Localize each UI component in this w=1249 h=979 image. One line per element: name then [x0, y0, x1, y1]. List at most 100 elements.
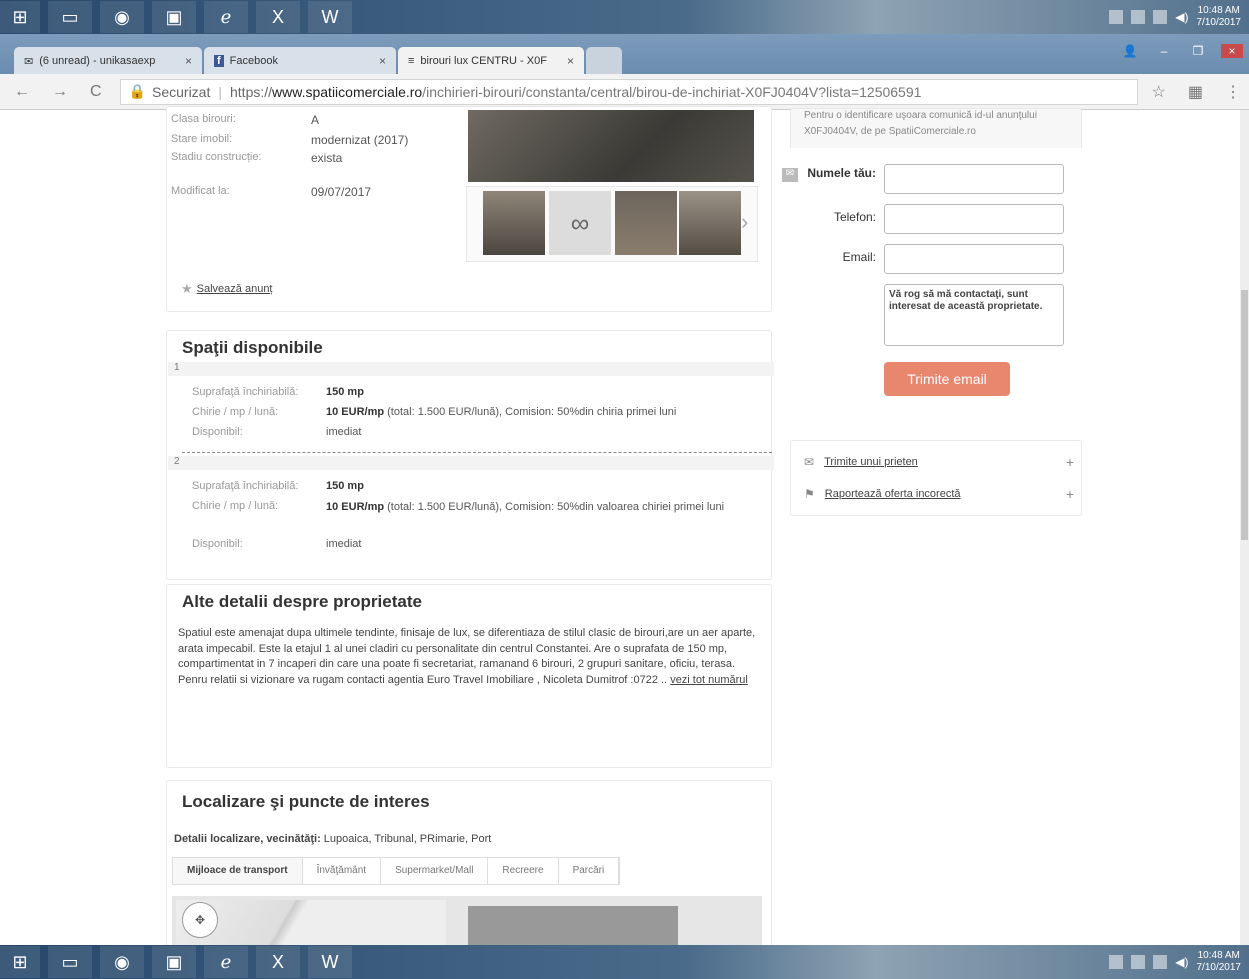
new-tab-button[interactable]	[586, 47, 622, 75]
tray-app-icon[interactable]	[1153, 955, 1168, 969]
map[interactable]: ✥	[172, 896, 762, 945]
excel-icon[interactable]: X	[256, 1, 300, 33]
facebook-icon: f	[214, 55, 224, 67]
star-icon: ★	[181, 281, 193, 296]
secure-label: Securizat	[152, 83, 211, 100]
message-textarea[interactable]: Vă rog să mă contactaţi, sunt interesat …	[884, 284, 1064, 346]
close-tab-icon[interactable]: ×	[185, 54, 192, 68]
store-icon[interactable]: ▣	[152, 1, 196, 33]
close-window-icon[interactable]: ×	[1221, 44, 1243, 58]
user-icon[interactable]: 👤	[1119, 44, 1141, 58]
tray-app-icon[interactable]	[1131, 955, 1146, 969]
url-bar[interactable]: 🔒 Securizat | https:// www.spatiicomerci…	[119, 78, 1138, 105]
windows-start-icon[interactable]: ⊞	[0, 1, 40, 33]
name-input[interactable]	[884, 164, 1064, 194]
browser-tab-active[interactable]: ≡ birouri lux CENTRU - X0F ×	[398, 47, 584, 75]
word-icon[interactable]: W	[308, 1, 352, 33]
description-body: Spatiul este amenajat dupa ultimele tend…	[178, 626, 764, 688]
word-icon[interactable]: W	[308, 946, 352, 978]
save-listing-link[interactable]: ★ Salvează anunț	[181, 281, 273, 297]
browser-tab[interactable]: ✉ (6 unread) - unikasaexp ×	[14, 47, 202, 75]
maximize-icon[interactable]: ❐	[1187, 44, 1209, 58]
file-explorer-icon[interactable]: ▭	[48, 946, 92, 978]
menu-icon[interactable]: ⋮	[1225, 82, 1241, 102]
tray-app-icon[interactable]	[1109, 955, 1124, 969]
divider	[182, 452, 772, 453]
minimize-icon[interactable]: –	[1153, 44, 1175, 58]
map-pan-control-icon[interactable]: ✥	[182, 902, 218, 938]
browser-tab[interactable]: f Facebook ×	[204, 47, 396, 75]
message-text: Vă rog să mă contactaţi, sunt interesat …	[889, 289, 1043, 312]
system-tray: ◀) 10:48 AM 7/10/2017	[1109, 0, 1241, 34]
internet-explorer-icon[interactable]: ℯ	[204, 946, 248, 978]
thumbnail[interactable]	[483, 191, 545, 255]
tab-parking[interactable]: Parcări	[559, 858, 620, 884]
tray-app-icon[interactable]	[1109, 10, 1124, 24]
tab-supermarket[interactable]: Supermarket/Mall	[381, 858, 489, 884]
clock[interactable]: 10:48 AM 7/10/2017	[1197, 950, 1242, 974]
detail-value: A	[311, 113, 320, 127]
tray-app-icon[interactable]	[1131, 10, 1146, 24]
show-number-link[interactable]: vezi tot numărul	[670, 674, 748, 686]
bookmark-star-icon[interactable]: ☆	[1152, 82, 1166, 102]
internet-explorer-icon[interactable]: ℯ	[204, 1, 248, 33]
space-number: 1	[168, 362, 774, 376]
chrome-icon[interactable]: ◉	[100, 946, 144, 978]
clock[interactable]: 10:48 AM 7/10/2017	[1197, 5, 1242, 29]
plus-icon[interactable]: +	[1066, 486, 1074, 502]
close-tab-icon[interactable]: ×	[567, 54, 574, 68]
location-details-label: Detalii localizare, vecinătăţi:	[174, 833, 321, 845]
space-rent-details: (total: 1.500 EUR/lună), Comision: 50%di…	[387, 406, 677, 418]
taskbar-bottom: ⊞ ▭ ◉ ▣ ℯ X W ◀) 10:48 AM 7/10/2017	[0, 945, 1249, 979]
contact-note-id: X0FJ0404V, de pe SpatiiComerciale.ro	[804, 126, 976, 137]
close-tab-icon[interactable]: ×	[379, 54, 386, 68]
scrollbar-thumb[interactable]	[1241, 290, 1248, 540]
space-area: 150 mp	[326, 386, 364, 398]
excel-icon[interactable]: X	[256, 946, 300, 978]
send-email-button[interactable]: Trimite email	[884, 362, 1010, 396]
space-area: 150 mp	[326, 480, 364, 492]
report-offer-label: Raportează oferta incorectă	[824, 488, 961, 500]
space-label: Disponibil:	[192, 538, 243, 550]
phone-input[interactable]	[884, 204, 1064, 234]
mail-icon: ✉	[804, 455, 815, 469]
page-right-margin	[1082, 110, 1249, 945]
tab-transport[interactable]: Mijloace de transport	[173, 858, 303, 884]
chevron-right-icon[interactable]: ›	[741, 209, 748, 235]
tab-recreation[interactable]: Recreere	[488, 858, 559, 884]
detail-value: exista	[311, 151, 343, 165]
extension-icon[interactable]: ▦	[1188, 82, 1203, 102]
send-to-friend-link[interactable]: ✉ Trimite unui prieten +	[804, 454, 1074, 470]
clock-time: 10:48 AM	[1197, 950, 1240, 961]
section-title: Localizare şi puncte de interes	[182, 792, 430, 811]
flag-icon: ⚑	[804, 487, 815, 501]
space-label: Suprafaţă închiriabilă:	[192, 386, 299, 398]
back-icon[interactable]: ←	[14, 83, 30, 101]
email-input[interactable]	[884, 244, 1064, 274]
report-offer-link[interactable]: ⚑ Raportează oferta incorectă +	[804, 486, 1074, 502]
thumbnail[interactable]: ∞	[549, 191, 611, 255]
clock-time: 10:48 AM	[1197, 5, 1240, 16]
thumbnail[interactable]	[615, 191, 677, 255]
plus-icon[interactable]: +	[1066, 454, 1074, 470]
space-availability: imediat	[326, 426, 362, 438]
url-separator: |	[218, 83, 222, 100]
main-photo[interactable]	[468, 110, 754, 182]
tray-app-icon[interactable]	[1153, 10, 1168, 24]
section-title: Spaţii disponibile	[182, 338, 323, 357]
windows-start-icon[interactable]: ⊞	[0, 946, 40, 978]
forward-icon[interactable]: →	[52, 83, 68, 101]
file-explorer-icon[interactable]: ▭	[48, 1, 92, 33]
volume-icon[interactable]: ◀)	[1175, 955, 1188, 969]
address-bar-row: ← → C 🔒 Securizat | https:// www.spatiic…	[0, 74, 1249, 110]
space-label: Suprafaţă închiriabilă:	[192, 480, 299, 492]
tab-label: Facebook	[229, 55, 278, 67]
reload-icon[interactable]: C	[90, 83, 102, 101]
thumbnail[interactable]	[679, 191, 741, 255]
store-icon[interactable]: ▣	[152, 946, 196, 978]
chrome-icon[interactable]: ◉	[100, 1, 144, 33]
volume-icon[interactable]: ◀)	[1175, 10, 1188, 24]
contact-note-text: Pentru o identificare uşoara comunică id…	[804, 110, 1037, 121]
scrollbar-track[interactable]	[1240, 110, 1249, 945]
tab-education[interactable]: Învăţământ	[303, 858, 382, 884]
